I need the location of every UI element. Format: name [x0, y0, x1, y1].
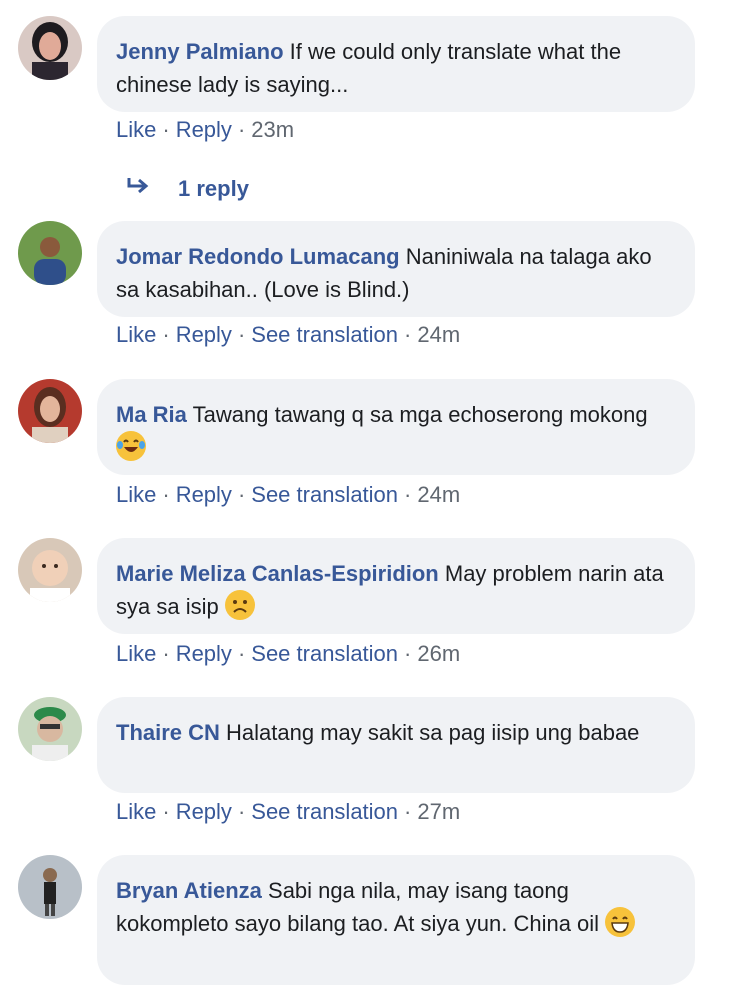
like-button[interactable]: Like — [116, 322, 156, 347]
comment-author[interactable]: Jomar Redondo Lumacang — [116, 244, 400, 269]
reply-button[interactable]: Reply — [176, 117, 232, 142]
comment-author[interactable]: Ma Ria — [116, 402, 187, 427]
see-translation-link[interactable]: See translation — [251, 322, 398, 347]
reply-button[interactable]: Reply — [176, 641, 232, 666]
see-translation-link[interactable]: See translation — [251, 799, 398, 824]
comment-author[interactable]: Jenny Palmiano — [116, 39, 284, 64]
comment-author[interactable]: Thaire CN — [116, 720, 220, 745]
comment-bubble: Ma Ria Tawang tawang q sa mga echoserong… — [97, 379, 695, 475]
grinning-emoji — [605, 907, 636, 937]
like-button[interactable]: Like — [116, 117, 156, 142]
comment-bubble: Jenny Palmiano If we could only translat… — [97, 16, 695, 112]
see-translation-link[interactable]: See translation — [251, 482, 398, 507]
comment-actions: Like · Reply · See translation · 24m — [116, 482, 461, 507]
timestamp[interactable]: 24m — [417, 322, 460, 347]
avatar[interactable] — [18, 855, 82, 919]
timestamp[interactable]: 23m — [251, 117, 294, 142]
like-button[interactable]: Like — [116, 799, 156, 824]
comment-author[interactable]: Bryan Atienza — [116, 878, 262, 903]
timestamp[interactable]: 27m — [417, 799, 460, 824]
comment-actions: Like · Reply · See translation · 27m — [116, 799, 461, 824]
view-replies-label[interactable]: 1 reply — [178, 176, 249, 202]
avatar[interactable] — [18, 697, 82, 761]
comment-actions: Like · Reply · See translation · 24m — [116, 322, 461, 347]
comment-bubble: Bryan Atienza Sabi nga nila, may isang t… — [97, 855, 695, 985]
comment-text: Halatang may sakit sa pag iisip ung baba… — [226, 720, 640, 745]
avatar[interactable] — [18, 379, 82, 443]
comment-bubble: Marie Meliza Canlas-Espiridion May probl… — [97, 538, 695, 634]
reply-button[interactable]: Reply — [176, 322, 232, 347]
comment-actions: Like · Reply · See translation · 26m — [116, 641, 461, 666]
reply-arrow-icon — [126, 176, 150, 202]
timestamp[interactable]: 24m — [417, 482, 460, 507]
comment-bubble: Jomar Redondo Lumacang Naniniwala na tal… — [97, 221, 695, 317]
reply-button[interactable]: Reply — [176, 799, 232, 824]
timestamp[interactable]: 26m — [417, 641, 460, 666]
comment-text: Tawang tawang q sa mga echoserong mokong — [192, 402, 648, 427]
sad-face-emoji — [224, 590, 255, 620]
like-button[interactable]: Like — [116, 482, 156, 507]
reply-button[interactable]: Reply — [176, 482, 232, 507]
see-translation-link[interactable]: See translation — [251, 641, 398, 666]
like-button[interactable]: Like — [116, 641, 156, 666]
avatar[interactable] — [18, 16, 82, 80]
tears-of-joy-emoji — [116, 431, 146, 461]
avatar[interactable] — [18, 538, 82, 602]
comment-bubble: Thaire CN Halatang may sakit sa pag iisi… — [97, 697, 695, 793]
avatar[interactable] — [18, 221, 82, 285]
comment-actions: Like · Reply · 23m — [116, 117, 295, 142]
comment-author[interactable]: Marie Meliza Canlas-Espiridion — [116, 561, 439, 586]
view-replies-link[interactable]: 1 reply — [0, 172, 400, 208]
